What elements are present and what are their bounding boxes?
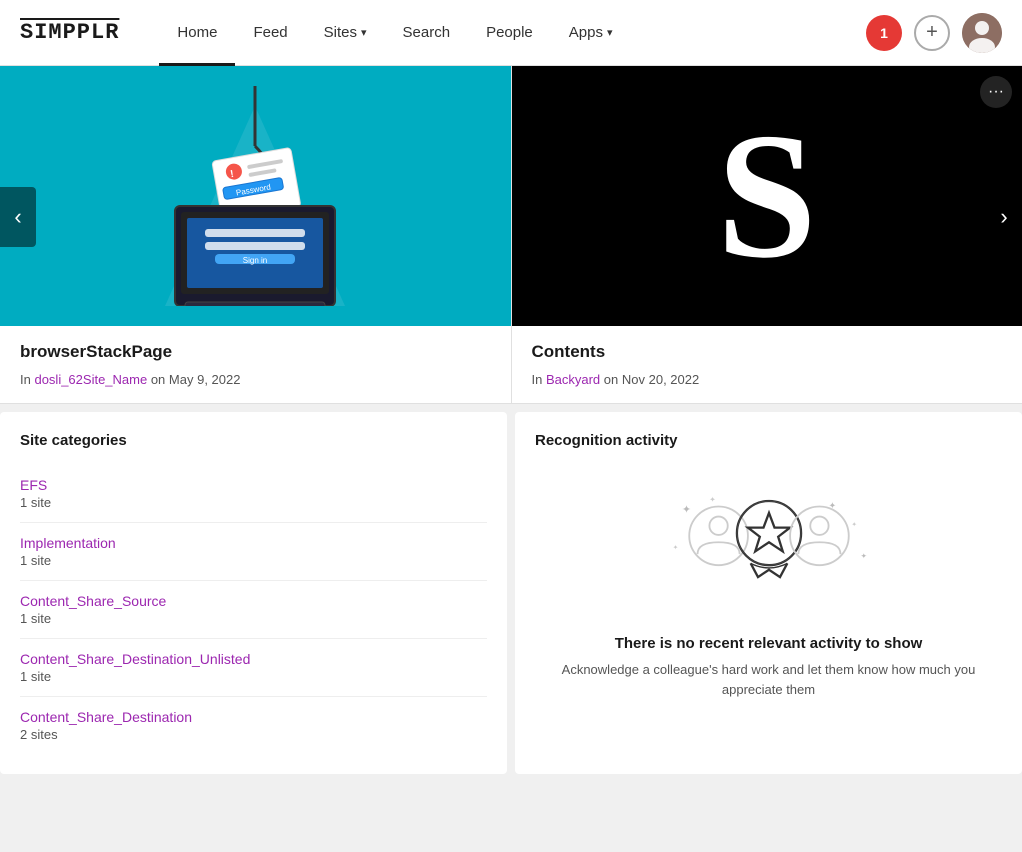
card-1-meta: In dosli_62Site_Name on May 9, 2022	[20, 372, 491, 387]
category-count: 1 site	[20, 669, 487, 684]
header-right: 1 +	[866, 13, 1002, 53]
nav-sites[interactable]: Sites ▾	[306, 0, 385, 66]
card-1-info: browserStackPage In dosli_62Site_Name on…	[0, 326, 511, 403]
list-item: Content_Share_Source 1 site	[20, 581, 487, 639]
category-count: 1 site	[20, 611, 487, 626]
recognition-panel: Recognition activity ✦ ✦ ✦ ✦ ✦ ✦	[515, 412, 1022, 774]
category-link-content-share-dest[interactable]: Content_Share_Destination	[20, 709, 487, 725]
logo[interactable]: SIMPPLR	[20, 20, 119, 45]
category-link-efs[interactable]: EFS	[20, 477, 487, 493]
simpplr-image: ··· S	[512, 66, 1022, 326]
category-count: 1 site	[20, 553, 487, 568]
apps-chevron-icon: ▾	[607, 26, 613, 39]
svg-text:✦: ✦	[681, 504, 690, 516]
card-2-site-link[interactable]: Backyard	[546, 372, 600, 387]
main-content: ‹ !	[0, 66, 1022, 774]
phishing-illustration: ! Password	[115, 86, 395, 306]
recognition-title: Recognition activity	[535, 432, 1002, 449]
carousel-prev-button[interactable]: ‹	[0, 187, 36, 247]
card-1-site-link[interactable]: dosli_62Site_Name	[34, 372, 147, 387]
site-categories-panel: Site categories EFS 1 site Implementatio…	[0, 412, 507, 774]
recognition-svg: ✦ ✦ ✦ ✦ ✦ ✦	[659, 485, 879, 605]
category-link-content-share-source[interactable]: Content_Share_Source	[20, 593, 487, 609]
carousel-card-1: ! Password	[0, 66, 511, 403]
notification-button[interactable]: 1	[866, 15, 902, 51]
list-item: Content_Share_Destination_Unlisted 1 sit…	[20, 639, 487, 697]
category-count: 2 sites	[20, 727, 487, 742]
more-options-button[interactable]: ···	[980, 76, 1012, 108]
list-item: Content_Share_Destination 2 sites	[20, 697, 487, 754]
card-1-title: browserStackPage	[20, 342, 491, 362]
svg-text:Sign in: Sign in	[243, 256, 267, 265]
category-link-implementation[interactable]: Implementation	[20, 535, 487, 551]
carousel-next-button[interactable]: ›	[986, 187, 1022, 247]
recognition-text-block: There is no recent relevant activity to …	[535, 625, 1002, 709]
nav-people[interactable]: People	[468, 0, 551, 66]
nav-apps[interactable]: Apps ▾	[551, 0, 631, 66]
list-item: Implementation 1 site	[20, 523, 487, 581]
svg-text:✦: ✦	[709, 495, 715, 504]
site-categories-title: Site categories	[20, 432, 487, 449]
card-2-info: Contents In Backyard on Nov 20, 2022	[512, 326, 1022, 403]
svg-text:✦: ✦	[672, 545, 677, 552]
nav-search[interactable]: Search	[385, 0, 469, 66]
nav-home[interactable]: Home	[159, 0, 235, 66]
recognition-illustration: ✦ ✦ ✦ ✦ ✦ ✦	[535, 465, 1002, 625]
add-button[interactable]: +	[914, 15, 950, 51]
recognition-sub-text: Acknowledge a colleague's hard work and …	[545, 660, 992, 699]
sites-chevron-icon: ▾	[361, 26, 367, 39]
main-nav: Home Feed Sites ▾ Search People Apps ▾	[159, 0, 866, 66]
bottom-section: Site categories EFS 1 site Implementatio…	[0, 412, 1022, 774]
card-2-title: Contents	[532, 342, 1003, 362]
nav-feed[interactable]: Feed	[235, 0, 305, 66]
carousel-section: ‹ !	[0, 66, 1022, 404]
list-item: EFS 1 site	[20, 465, 487, 523]
category-count: 1 site	[20, 495, 487, 510]
category-link-content-share-dest-unlisted[interactable]: Content_Share_Destination_Unlisted	[20, 651, 487, 667]
card-2-meta: In Backyard on Nov 20, 2022	[532, 372, 1003, 387]
recognition-main-text: There is no recent relevant activity to …	[545, 635, 992, 652]
svg-text:✦: ✦	[851, 522, 856, 529]
avatar[interactable]	[962, 13, 1002, 53]
simpplr-logo-letter: S	[717, 106, 817, 286]
svg-text:✦: ✦	[860, 552, 866, 561]
header: SIMPPLR Home Feed Sites ▾ Search People …	[0, 0, 1022, 66]
carousel-card-2: ··· S Contents In Backyard on Nov 20, 20…	[511, 66, 1022, 403]
phishing-image: ! Password	[0, 66, 511, 326]
